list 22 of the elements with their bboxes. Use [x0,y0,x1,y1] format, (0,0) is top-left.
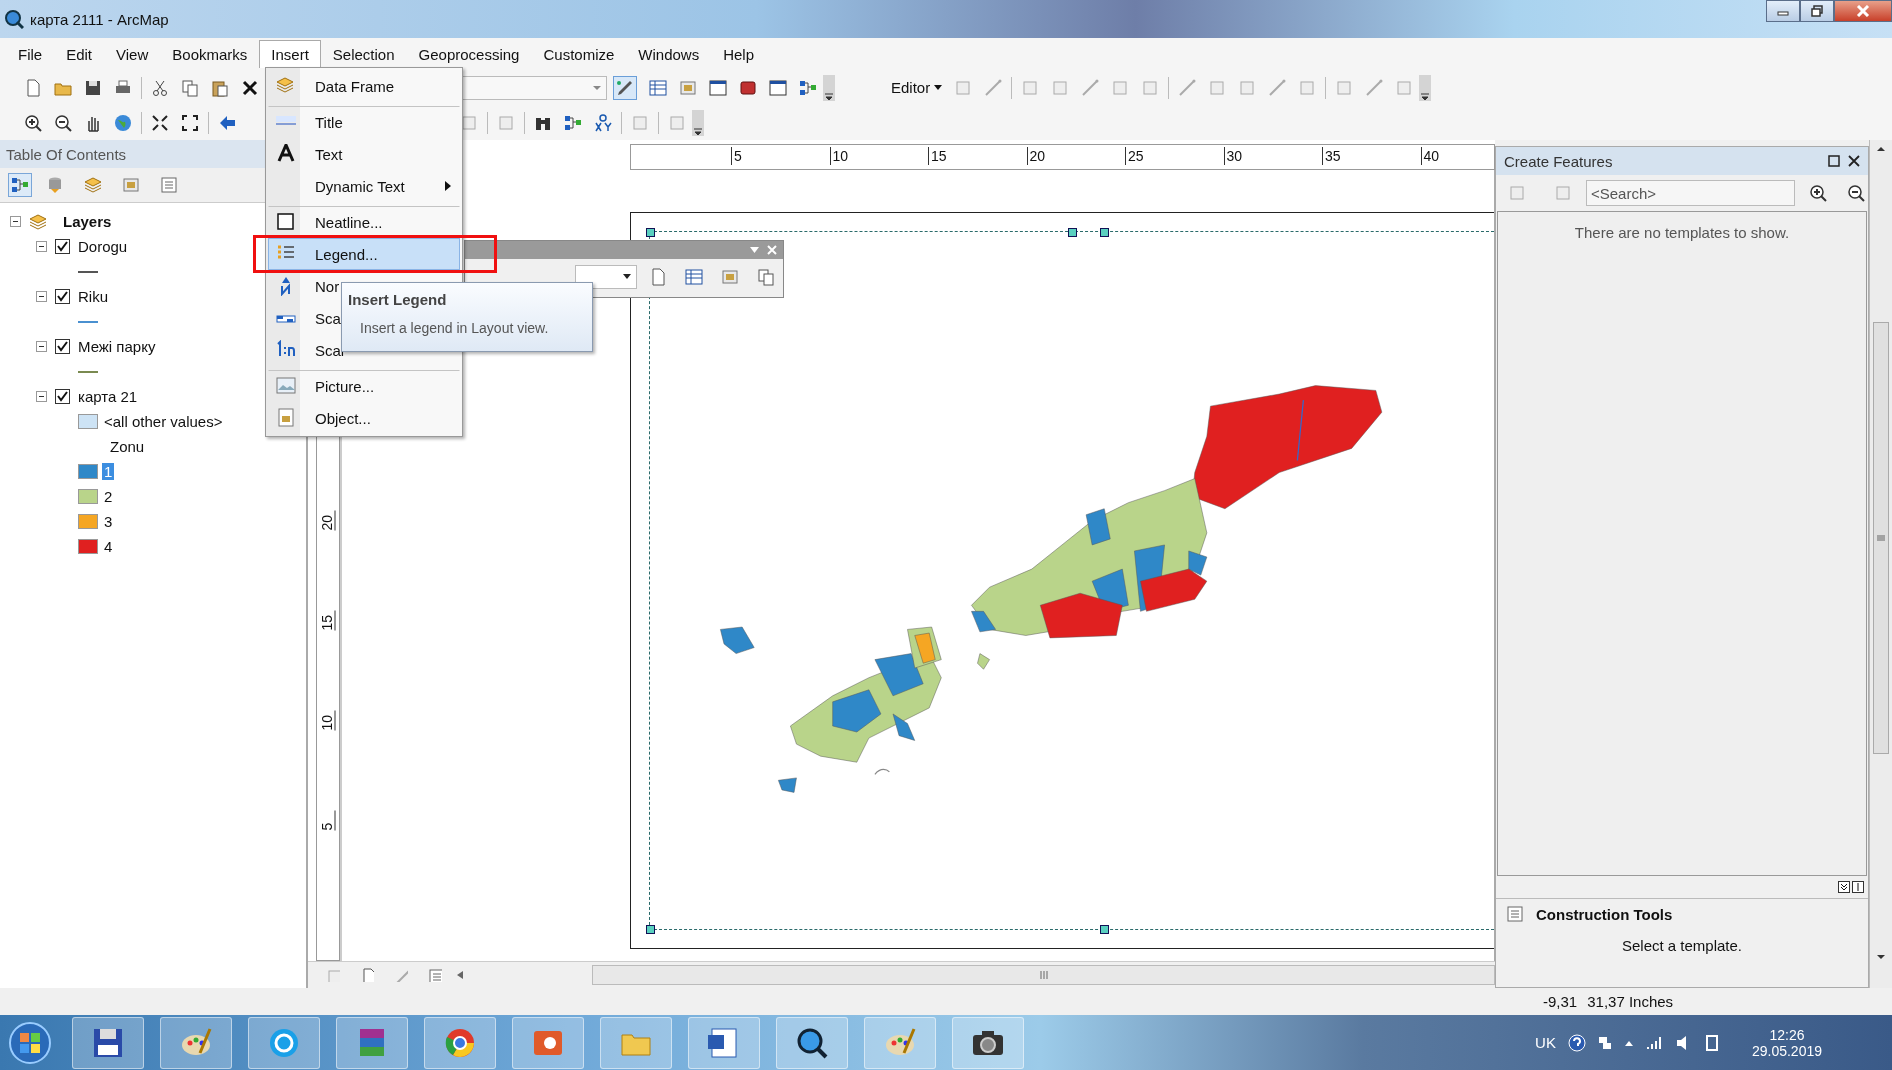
panel-title: Create Features [1504,152,1614,170]
ruler-label: 30 [1223,147,1243,165]
empty-message: There are no templates to show. [1497,211,1867,876]
ruler-label: 25 [1125,147,1144,165]
ruler-label: 15 [928,147,947,165]
ruler-label: 5 [318,810,336,831]
ruler-label: 20 [318,510,336,531]
ruler-label: 10 [829,147,849,165]
ruler-label: 10 [318,710,336,731]
coordinate-readout: -9,31 [1543,993,1578,1010]
window-title: карта 2111 - ArcMap [30,10,169,28]
section-title: Construction Tools [1536,905,1673,923]
tooltip-text: Insert a legend in Layout view. [360,320,550,336]
coordinate-readout: 31,37 Inches [1587,993,1674,1010]
ruler-label: 35 [1322,147,1341,165]
tooltip-title: Insert Legend [348,291,448,308]
ruler-label: 5 [731,147,742,165]
ruler-label: 20 [1026,147,1046,165]
ruler-label: 15 [318,610,336,631]
field-name: Zonu [109,438,145,455]
hint-text: Select a template. [1620,937,1744,954]
ruler-label: 40 [1420,147,1440,165]
